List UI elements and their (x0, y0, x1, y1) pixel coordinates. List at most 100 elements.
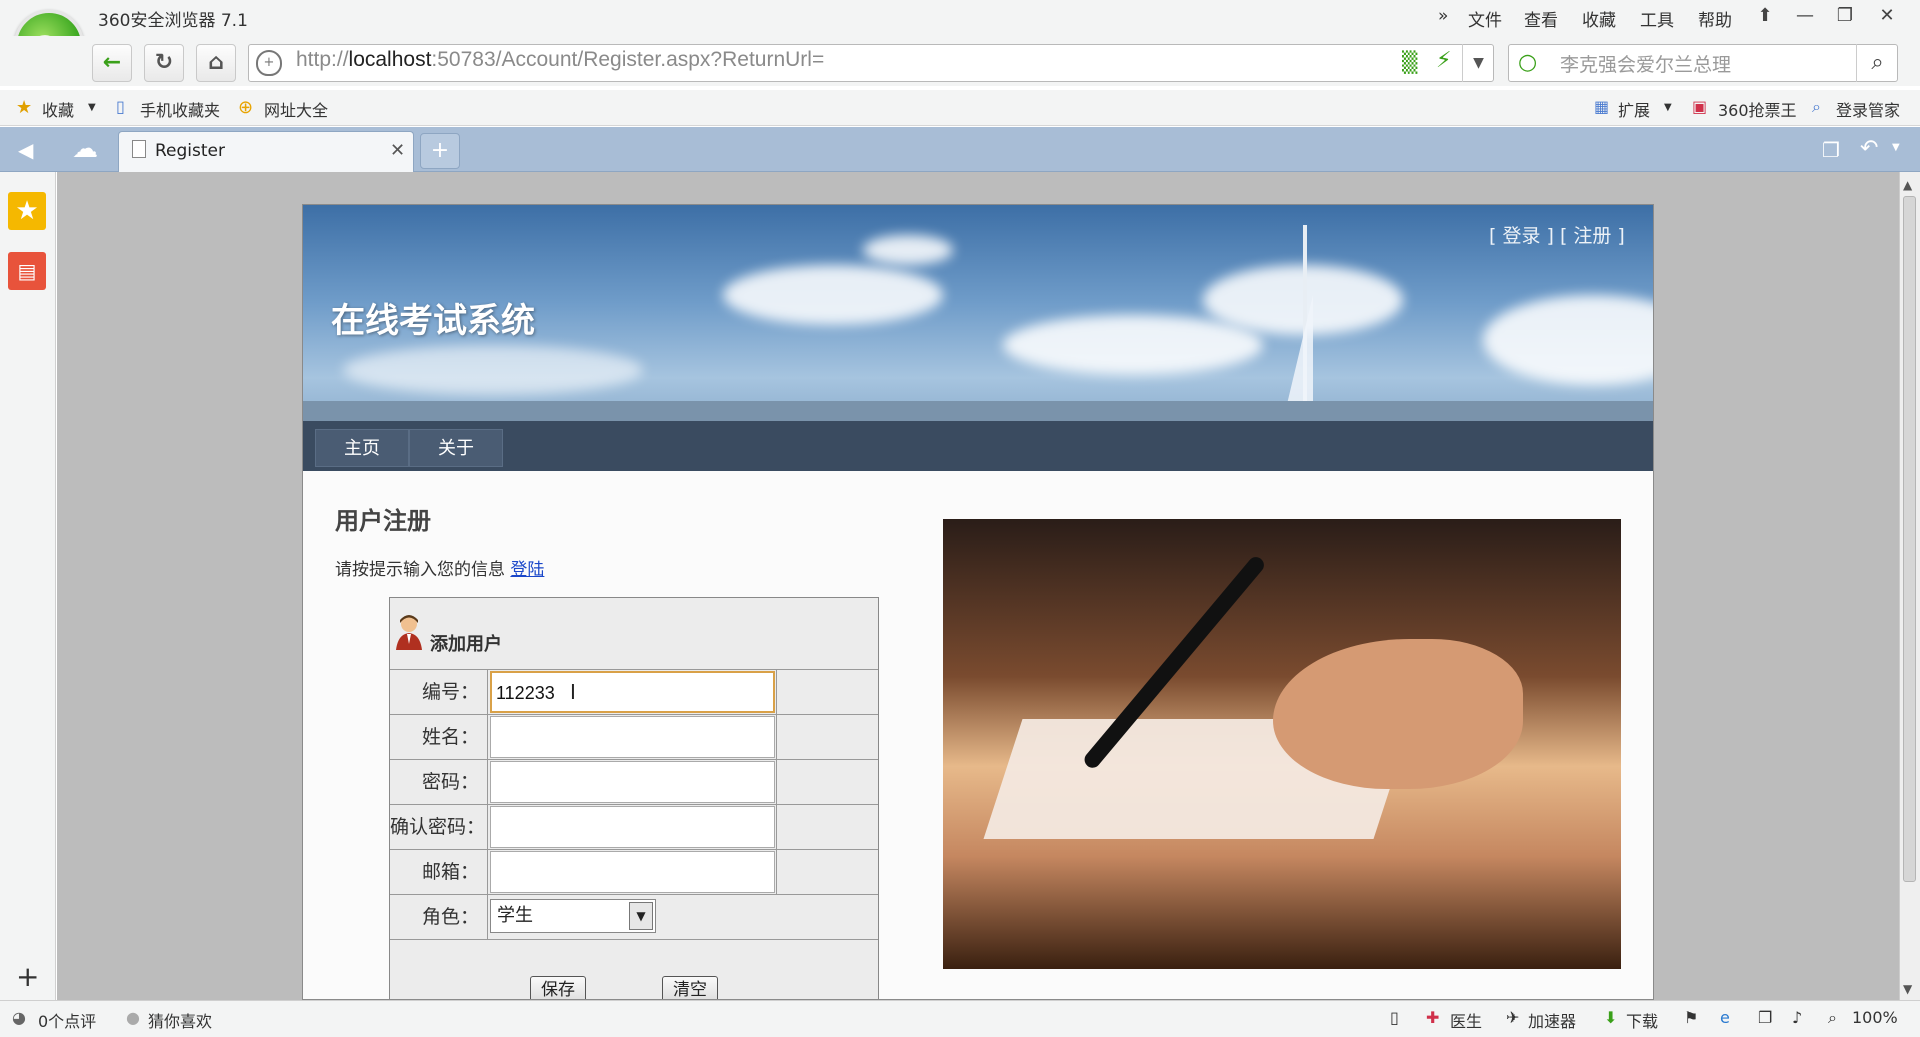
scrollbar-thumb[interactable] (1903, 196, 1916, 882)
form-row-email: 邮箱： (390, 850, 878, 895)
login-register-links[interactable]: [ 登录 ] [ 注册 ] (1489, 221, 1625, 248)
scroll-up-icon[interactable]: ▲ (1903, 178, 1912, 192)
form-title: 添加用户 (430, 634, 502, 655)
close-tab-icon[interactable]: ✕ (390, 140, 405, 161)
page-heading: 用户注册 (335, 506, 431, 535)
dropdown-arrow-icon[interactable]: ▼ (1892, 142, 1900, 153)
menu-help[interactable]: 帮助 (1698, 6, 1732, 31)
field-label-confirm-password: 确认密码： (390, 805, 488, 849)
bookmark-sites[interactable]: 网址大全 (264, 97, 328, 121)
form-row-name: 姓名： (390, 715, 878, 760)
sidebar-toggle-icon[interactable]: ◀ (18, 138, 33, 162)
login-manager-button[interactable]: 登录管家 (1836, 97, 1900, 121)
minimize-button[interactable]: — (1790, 2, 1820, 30)
text-cursor-icon: I (570, 680, 576, 704)
save-button[interactable]: 保存 (530, 976, 586, 999)
new-tab-button[interactable]: + (420, 133, 460, 169)
lightning-icon[interactable]: ⚡ (1436, 48, 1451, 73)
site-menu: 主页 关于 (303, 421, 1653, 471)
star-icon: ★ (16, 97, 33, 118)
field-label-role: 角色： (390, 895, 488, 939)
volume-icon[interactable]: ♪ (1792, 1008, 1802, 1027)
shopping-bag-icon[interactable]: ▤ (8, 252, 46, 290)
rocket-icon: ✈ (1506, 1008, 1520, 1027)
nav-home[interactable]: 主页 (315, 429, 409, 467)
phone-icon[interactable]: ▯ (1390, 1008, 1399, 1027)
chevron-down-icon[interactable]: ▼ (1462, 44, 1494, 82)
undo-icon[interactable]: ↶ (1860, 136, 1878, 161)
form-row-role: 角色： 学生 ▼ (390, 895, 878, 940)
writing-hand-photo (943, 519, 1621, 969)
back-button[interactable]: ← (92, 44, 132, 82)
clear-button[interactable]: 清空 (662, 976, 718, 999)
download-button[interactable]: 下载 (1626, 1008, 1658, 1032)
doctor-icon: ✚ (1426, 1008, 1440, 1027)
search-input[interactable]: 李克强会爱尔兰总理 (1560, 50, 1731, 77)
reviews-count[interactable]: 0个点评 (38, 1008, 96, 1032)
refresh-button[interactable]: ↻ (144, 44, 184, 82)
guess-you-like[interactable]: 猜你喜欢 (148, 1008, 212, 1032)
hint-label: 请按提示输入您的信息 (335, 560, 505, 580)
title-bar (0, 0, 1920, 36)
add-sidebar-item-icon[interactable]: + (16, 960, 39, 993)
field-label-email: 邮箱： (390, 850, 488, 894)
login-link[interactable]: 登陆 (510, 560, 544, 580)
chevron-right-icon[interactable]: » (1438, 6, 1448, 26)
review-icon: ◕ (12, 1008, 26, 1027)
ie-icon[interactable]: e (1720, 1008, 1730, 1027)
web-page: 在线考试系统 [ 登录 ] [ 注册 ] 主页 关于 用户注册 请按提示输入您的… (302, 204, 1654, 1000)
search-icon[interactable]: ⌕ (1856, 44, 1898, 82)
restore-button[interactable]: ❐ (1830, 2, 1860, 30)
menu-tools[interactable]: 工具 (1640, 6, 1674, 31)
name-input[interactable] (490, 716, 775, 758)
bookmark-mobile[interactable]: 手机收藏夹 (140, 97, 220, 121)
nav-about[interactable]: 关于 (409, 429, 503, 467)
favorites-star-icon[interactable]: ★ (8, 192, 46, 230)
confirm-password-input[interactable] (490, 806, 775, 848)
close-window-button[interactable]: ✕ (1872, 2, 1902, 30)
scroll-down-icon[interactable]: ▼ (1903, 982, 1912, 996)
qr-code-icon[interactable]: ▒ (1402, 50, 1417, 74)
ticket-icon: ▣ (1692, 97, 1708, 116)
site-title: 在线考试系统 (331, 301, 535, 341)
hand-shape (1273, 639, 1523, 789)
restore-tab-icon[interactable]: ❐ (1822, 138, 1840, 162)
menu-favorites[interactable]: 收藏 (1582, 6, 1616, 31)
dropdown-arrow-icon[interactable]: ▼ (88, 102, 96, 113)
form-header: 添加用户 (390, 598, 878, 670)
magnifier-icon: ⌕ (1812, 97, 1821, 116)
sea (303, 401, 1653, 421)
field-label-id: 编号： (390, 670, 488, 714)
home-button[interactable]: ⌂ (196, 44, 236, 82)
form-row-id: 编号： 112233 I (390, 670, 878, 715)
user-icon (394, 614, 424, 652)
doctor-button[interactable]: 医生 (1450, 1008, 1482, 1032)
password-input[interactable] (490, 761, 775, 803)
zoom-level[interactable]: 100% (1852, 1008, 1898, 1027)
cloud-icon[interactable]: ☁ (72, 134, 98, 164)
menu-view[interactable]: 查看 (1524, 6, 1558, 31)
email-input[interactable] (490, 851, 775, 893)
search-engine-icon[interactable]: ○ (1518, 50, 1537, 75)
flag-icon[interactable]: ⚑ (1684, 1008, 1698, 1027)
url-text[interactable]: http://localhost:50783/Account/Register.… (296, 48, 824, 72)
skin-icon[interactable]: ⬆ (1750, 2, 1780, 30)
header-banner: 在线考试系统 [ 登录 ] [ 注册 ] (303, 205, 1653, 421)
ticket-grabber-button[interactable]: 360抢票王 (1718, 97, 1797, 121)
tab-label: Register (155, 141, 225, 161)
extensions-button[interactable]: 扩展 (1618, 97, 1650, 121)
role-select[interactable]: 学生 ▼ (490, 899, 656, 933)
shield-icon[interactable]: + (256, 50, 282, 76)
zoom-icon: ⌕ (1828, 1008, 1837, 1027)
id-input[interactable]: 112233 (490, 671, 775, 713)
window-icon[interactable]: ❐ (1758, 1008, 1772, 1027)
dropdown-arrow-icon[interactable]: ▼ (1664, 102, 1672, 113)
field-label-password: 密码： (390, 760, 488, 804)
chevron-down-icon[interactable]: ▼ (629, 902, 653, 930)
menu-file[interactable]: 文件 (1468, 6, 1502, 31)
sites-icon: ⊕ (238, 97, 254, 118)
download-icon: ⬇ (1604, 1008, 1618, 1027)
dot-icon: ● (126, 1008, 140, 1027)
accelerator-button[interactable]: 加速器 (1528, 1008, 1576, 1032)
bookmark-favorites[interactable]: 收藏 (42, 97, 74, 121)
